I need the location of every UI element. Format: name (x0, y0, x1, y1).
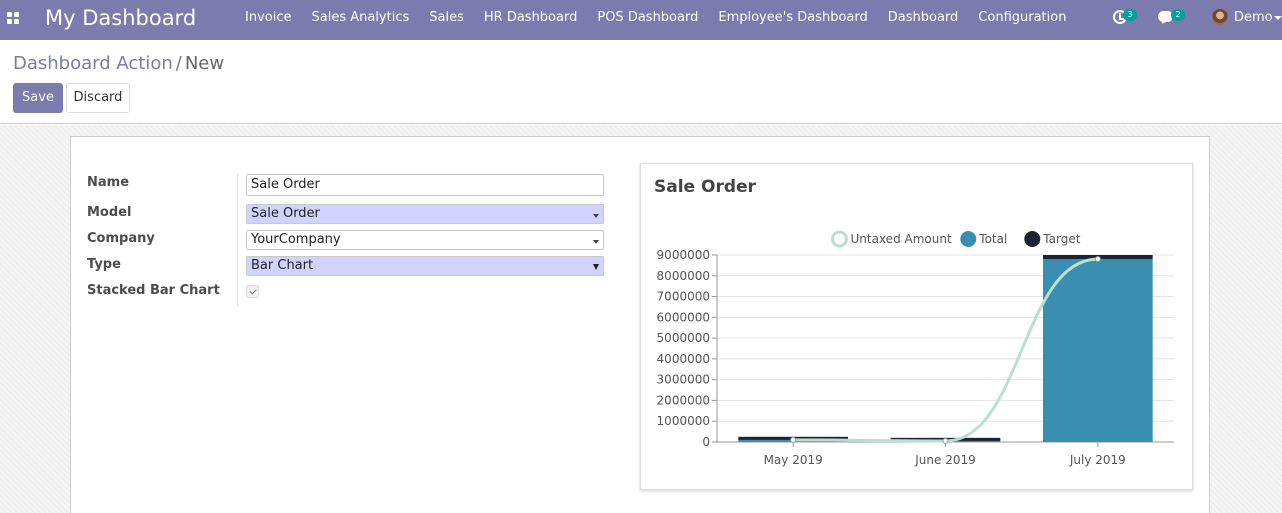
user-name: Demo (1234, 10, 1273, 25)
y-tick-label: 5000000 (657, 331, 710, 345)
menu-item-sales-analytics[interactable]: Sales Analytics (301, 0, 419, 40)
sale-order-chart: 0 1000000 2000000 3000000 4000000 5000000 6000… (657, 230, 1174, 467)
avatar (1212, 9, 1228, 25)
menu-item-pos-dashboard[interactable]: POS Dashboard (587, 0, 708, 40)
form-view: Name Model Company Type Stacked Bar Char… (0, 125, 1282, 513)
legend-label: Target (1042, 232, 1080, 246)
x-tick-label: June 2019 (914, 453, 976, 467)
chevron-down-icon (593, 214, 599, 218)
legend-label: Untaxed Amount (851, 232, 952, 246)
y-tick-label: 9000000 (657, 248, 710, 262)
type-select[interactable]: Bar Chart (246, 256, 604, 276)
legend-marker (1024, 231, 1041, 247)
name-label: Name (87, 175, 130, 190)
line-point (790, 436, 797, 443)
line-point (1094, 256, 1101, 263)
chevron-down-icon (593, 240, 599, 244)
y-tick-label: 3000000 (657, 373, 710, 387)
menu-item-invoice[interactable]: Invoice (235, 0, 301, 40)
y-tick-label: 8000000 (657, 269, 710, 283)
breadcrumb-current: New (184, 53, 225, 74)
legend-marker (831, 230, 848, 248)
model-select[interactable]: Sale Order (246, 204, 604, 224)
y-tick-label: 6000000 (657, 310, 710, 324)
messaging-menu[interactable]: 2 (1158, 0, 1188, 40)
company-label: Company (87, 231, 155, 246)
model-value: Sale Order (251, 206, 320, 221)
breadcrumb-parent[interactable]: Dashboard Action (13, 53, 173, 74)
line-point (942, 437, 949, 444)
type-label: Type (87, 257, 121, 272)
discard-button[interactable]: Discard (66, 83, 130, 113)
apps-menu-icon[interactable] (7, 12, 20, 25)
company-select[interactable]: YourCompany (246, 230, 604, 250)
y-tick-label: 1000000 (657, 414, 710, 428)
caret-down-icon (593, 264, 599, 270)
user-menu[interactable]: Demo (1212, 0, 1282, 40)
control-panel: Dashboard Action / New Save Discard (0, 40, 1282, 124)
activity-count-badge: 3 (1123, 9, 1137, 21)
menu-item-dashboard[interactable]: Dashboard (878, 0, 969, 40)
chevron-down-icon (1274, 16, 1282, 20)
top-navbar: My Dashboard Invoice Sales Analytics Sal… (0, 0, 1282, 40)
activity-menu[interactable]: 3 (1113, 0, 1143, 40)
y-tick-label: 4000000 (657, 352, 710, 366)
chart-card: Sale Order 0 1000000 2000000 3000000 4000000… (640, 163, 1193, 490)
x-tick-label: July 2019 (1069, 453, 1126, 467)
menu-item-configuration[interactable]: Configuration (968, 0, 1076, 40)
menu-item-sales[interactable]: Sales (419, 0, 474, 40)
y-tick-label: 0 (702, 435, 710, 449)
legend-label: Total (978, 232, 1007, 246)
label-divider (237, 173, 238, 307)
y-tick-label: 2000000 (657, 393, 710, 407)
stacked-bar-chart-checkbox[interactable] (246, 285, 259, 298)
type-value: Bar Chart (251, 258, 314, 273)
y-tick-label: 7000000 (657, 290, 710, 304)
message-count-badge: 2 (1171, 9, 1185, 21)
company-value: YourCompany (251, 232, 341, 247)
x-tick-label: May 2019 (764, 453, 823, 467)
form-sheet: Name Model Company Type Stacked Bar Char… (70, 136, 1210, 513)
bar-total (1042, 259, 1153, 442)
main-menu: Invoice Sales Analytics Sales HR Dashboa… (235, 0, 1076, 40)
save-button[interactable]: Save (13, 83, 63, 113)
menu-item-hr-dashboard[interactable]: HR Dashboard (474, 0, 587, 40)
model-label: Model (87, 205, 132, 220)
breadcrumb: Dashboard Action / New (13, 53, 224, 75)
breadcrumb-separator: / (175, 53, 182, 74)
app-title: My Dashboard (45, 6, 197, 30)
name-field[interactable]: Sale Order (246, 174, 604, 196)
stacked-bar-chart-label: Stacked Bar Chart (87, 283, 220, 298)
menu-item-employees-dashboard[interactable]: Employee's Dashboard (708, 0, 877, 40)
name-value: Sale Order (251, 177, 320, 192)
legend-marker (960, 231, 977, 247)
